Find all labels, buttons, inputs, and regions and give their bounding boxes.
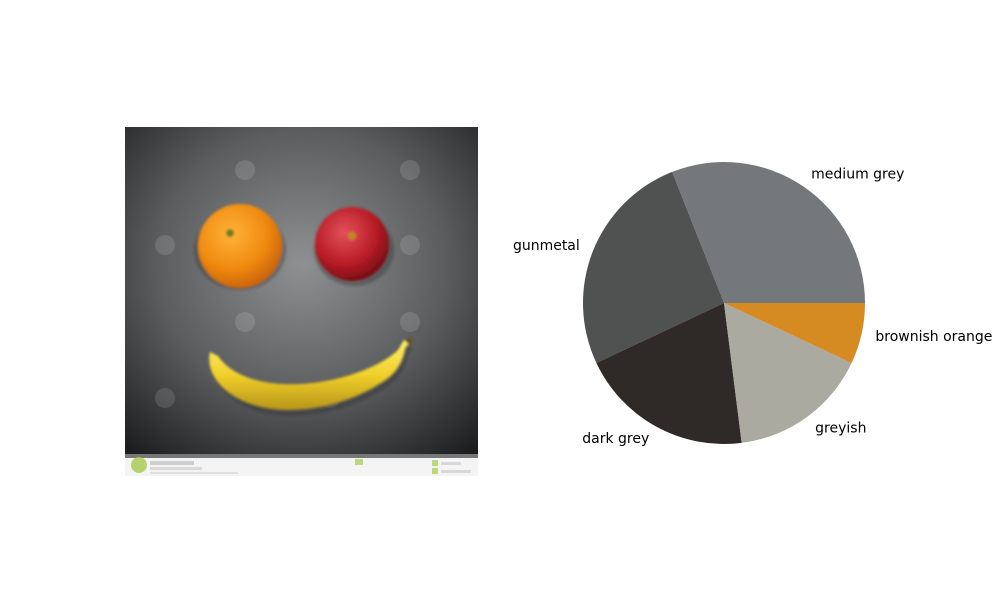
footer-green-mark-2 [432, 460, 438, 466]
pie-label-gunmetal: gunmetal [513, 238, 580, 254]
footer-logo-icon [131, 457, 147, 473]
pie-label-greyish: greyish [815, 420, 866, 436]
footer-text-line-3 [150, 472, 238, 474]
footer-text-line-2 [150, 467, 202, 470]
pie-chart: medium grey gunmetal dark grey greyish brown… [513, 161, 992, 447]
footer-green-mark [355, 459, 363, 465]
footer-text-line-4 [441, 462, 461, 465]
pie-label-dark-grey: dark grey [582, 431, 649, 447]
pie-label-brownish-orange: brownish orange [875, 329, 992, 345]
footer-green-mark-3 [432, 468, 438, 474]
footer-text-line-5 [441, 470, 471, 473]
figure-canvas: medium grey gunmetal dark grey greyish brown… [125, 127, 992, 476]
footer-text-line-1 [150, 461, 194, 465]
photo-bottom-bar [125, 454, 478, 458]
fruit-face-photo [125, 127, 478, 476]
pie-label-medium-grey: medium grey [811, 167, 904, 183]
